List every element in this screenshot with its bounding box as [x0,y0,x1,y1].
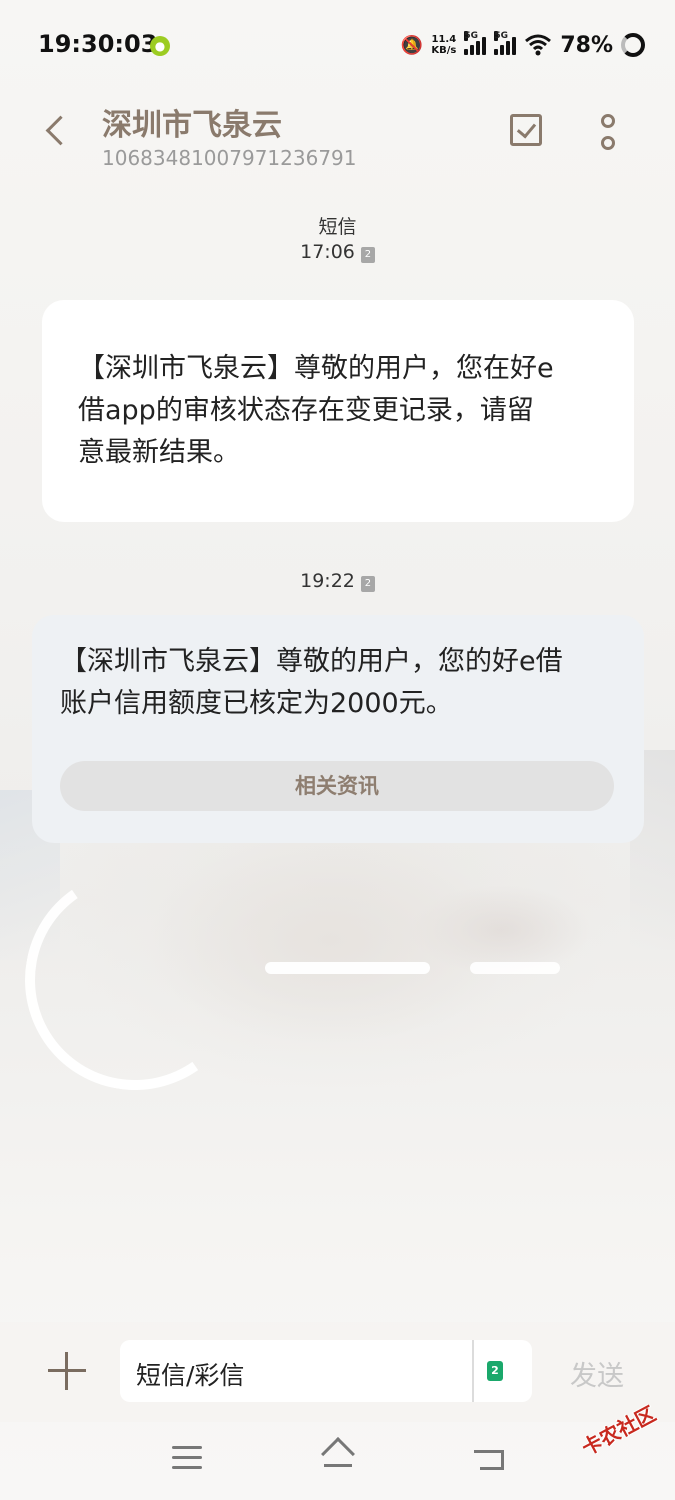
sim1-network-type: 5G [464,31,478,41]
message-time: 17:06 [300,241,355,263]
message-input-placeholder: 短信/彩信 [136,1361,245,1390]
message-bubble[interactable]: 【深圳市飞泉云】尊敬的用户，您的好e借 账户信用额度已核定为2000元。 相关资… [32,615,644,843]
contact-number: 1068348100797123679​1 [102,146,357,170]
message-composer: 短信/彩信 2 发送 [0,1322,675,1422]
add-attachment-icon[interactable] [48,1352,86,1390]
message-timestamp: 19:22 2 [0,570,675,592]
conversation-header: 深圳市飞泉云 1068348100797123679​1 [0,90,675,185]
divider [472,1340,474,1402]
more-options-icon[interactable] [598,114,618,154]
message-time: 19:22 [300,570,355,592]
app-notification-icon: ● [150,36,170,56]
clock: 19:30:03 [38,30,158,58]
sim-switch-icon[interactable]: 2 [487,1361,503,1381]
message-type-label: 短信 [318,216,357,238]
back-button[interactable] [40,110,70,150]
status-icons: 🔕 11.4 KB/s 5G 5G 78% [401,30,645,60]
battery-ring-icon [621,33,645,57]
wallpaper-decoration [470,962,560,974]
signal-sim1-icon: 5G [464,31,487,55]
recent-apps-icon[interactable] [172,1446,202,1470]
message-input[interactable]: 短信/彩信 2 [120,1340,532,1402]
send-button[interactable]: 发送 [570,1354,624,1393]
status-bar: 19:30:03 ● 🔕 11.4 KB/s 5G 5G 78% [0,0,675,90]
mute-notifications-icon: 🔕 [400,34,424,56]
sim-card-icon: 2 [360,247,375,263]
wallpaper-decoration [265,962,430,974]
sim-card-icon: 2 [360,576,375,592]
message-text-line: 意最新结果。 [78,437,240,468]
sim2-network-type: 5G [494,31,508,41]
message-timestamp: 短信 17:06 2 [0,212,675,263]
network-speed-unit: KB/s [431,45,457,56]
related-info-button[interactable]: 相关资讯 [60,761,614,811]
home-icon[interactable] [320,1437,356,1471]
signal-sim2-icon: 5G [494,31,517,55]
network-speed: 11.4 KB/s [431,34,456,56]
message-text-line: 账户信用额度已核定为2000元。 [60,688,453,719]
back-nav-icon[interactable] [474,1446,504,1472]
contact-name: 深圳市飞泉云 [102,108,282,143]
message-text-line: 【深圳市飞泉云】尊敬的用户，您在好e [78,353,554,384]
message-bubble[interactable]: 【深圳市飞泉云】尊敬的用户，您在好e 借app的审核状态存在变更记录，请留 意最… [42,300,634,522]
multi-select-icon[interactable] [510,114,542,146]
network-speed-value: 11.4 [431,34,457,45]
message-text-line: 【深圳市飞泉云】尊敬的用户，您的好e借 [60,646,563,677]
battery-level: 78% [560,32,613,58]
wifi-icon [525,34,552,56]
system-navigation-bar [0,1422,675,1500]
message-text-line: 借app的审核状态存在变更记录，请留 [78,395,534,426]
